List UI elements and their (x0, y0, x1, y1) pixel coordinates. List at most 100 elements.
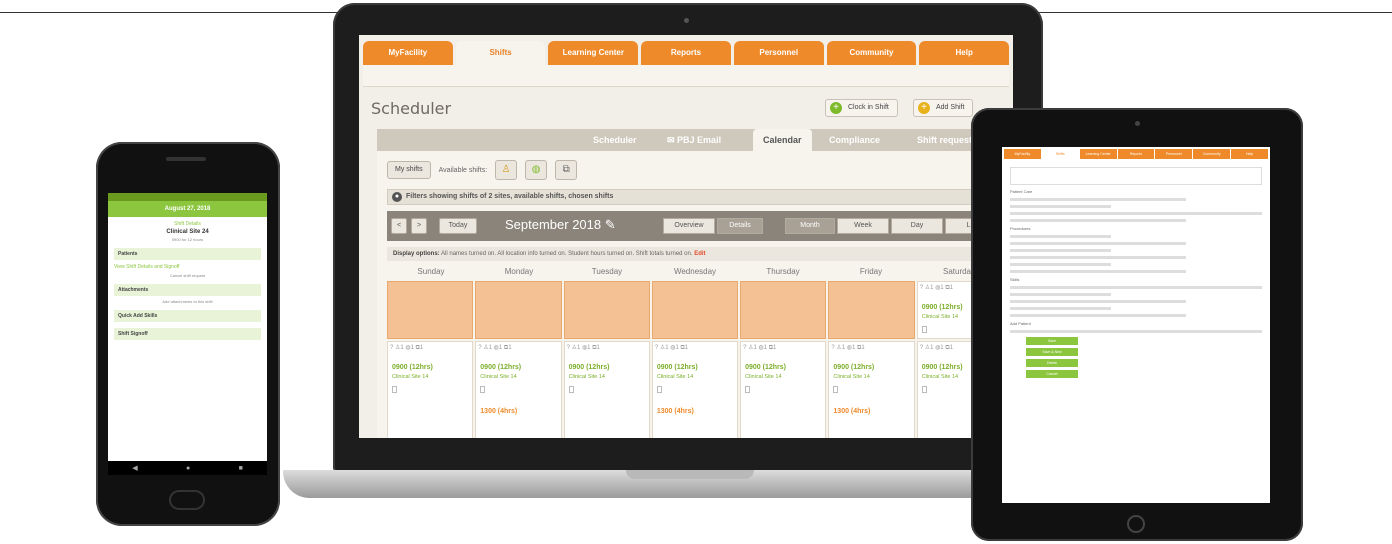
pencil-icon[interactable]: ✎ (605, 217, 616, 232)
tablet-line (1010, 219, 1187, 222)
subtab-shift-requests[interactable]: Shift requests (917, 129, 977, 151)
prev-month-button[interactable]: < (391, 218, 407, 234)
phone-line[interactable]: Cancel shift request (114, 273, 261, 278)
view-month-button[interactable]: Month (785, 218, 835, 234)
person-filter-icon[interactable]: ♙ (495, 160, 518, 180)
home-icon[interactable]: ● (186, 465, 190, 472)
calendar-cell[interactable] (651, 281, 739, 339)
weekday-label: Wednesday (673, 267, 717, 276)
my-shifts-button[interactable]: My shifts (387, 161, 431, 179)
add-shift-button[interactable]: + Add Shift (913, 99, 974, 117)
copy-filter-icon[interactable]: ⧉ (555, 160, 578, 180)
calendar-cell[interactable] (387, 281, 474, 339)
recents-icon[interactable]: ■ (239, 465, 243, 472)
document-icon[interactable] (480, 386, 486, 393)
subtab-bar: Scheduler ✉ PBJ Email Calendar Complianc… (377, 129, 1013, 151)
cell-icon-row: ? ♙1 ◍1 ⧉1 (654, 345, 689, 351)
tablet-screen: MyFacility Shifts Learning Center Report… (1002, 147, 1270, 503)
shift-time[interactable]: 0900 (12hrs) (657, 364, 698, 371)
subtab-calendar[interactable]: Calendar (753, 129, 812, 151)
subtab-pbj-email[interactable]: ✉ PBJ Email (667, 129, 721, 151)
subtab-scheduler[interactable]: Scheduler (593, 129, 637, 151)
tablet-line (1010, 242, 1187, 245)
document-icon[interactable] (833, 386, 839, 393)
phone-link[interactable]: View Shift Details and Signoff (114, 264, 261, 270)
month-title: September 2018 ✎ (505, 217, 616, 233)
overview-toggle[interactable]: Overview (663, 218, 715, 234)
calendar-cell[interactable] (740, 281, 827, 339)
document-icon[interactable] (568, 386, 574, 393)
nav-tab-help[interactable]: Help (919, 41, 1010, 65)
calendar-day-column: ? ♙1 ◍1 ⧉1 0900 (12hrs) Clinical Site 14… (828, 281, 915, 438)
device-mockup-scene: MyFacility Shifts Learning Center Report… (0, 0, 1392, 544)
nav-tab-shifts[interactable]: Shifts (455, 41, 546, 65)
filter-summary-bar[interactable]: ● Filters showing shifts of 2 sites, ava… (387, 189, 1003, 205)
document-icon[interactable] (921, 326, 927, 333)
site-filter-icon[interactable]: ◍ (525, 160, 548, 180)
clock-in-button[interactable]: + Clock in Shift (825, 99, 898, 117)
view-day-button[interactable]: Day (891, 218, 943, 234)
phone-home-button[interactable] (169, 490, 205, 510)
calendar-cell[interactable] (475, 281, 562, 339)
tablet-tab[interactable]: Shifts (1041, 149, 1079, 159)
calendar-cell[interactable]: ? ♙1 ◍1 ⧉1 0900 (12hrs) Clinical Site 14… (651, 341, 739, 438)
nav-tab-community[interactable]: Community (826, 41, 917, 65)
shift-time[interactable]: 0900 (12hrs) (480, 364, 521, 371)
tablet-label: Skills (1010, 277, 1020, 282)
document-icon[interactable] (392, 386, 397, 393)
view-week-button[interactable]: Week (837, 218, 889, 234)
today-button[interactable]: Today (439, 218, 477, 234)
shift-time[interactable]: 0900 (12hrs) (392, 364, 433, 371)
add-shift-label: Add Shift (936, 104, 965, 111)
calendar-cell[interactable]: ? ♙1 ◍1 ⧉1 0900 (12hrs) Clinical Site 14 (563, 341, 650, 438)
nav-tab-myfacility[interactable]: MyFacility (363, 41, 453, 65)
tablet-tab[interactable]: Community (1193, 149, 1231, 159)
shift-time[interactable]: 0900 (12hrs) (569, 364, 610, 371)
calendar-cell[interactable] (563, 281, 650, 339)
tablet-line (1010, 293, 1111, 296)
tablet-save-button[interactable]: Save (1026, 337, 1078, 345)
shift-time[interactable]: 0900 (12hrs) (922, 304, 963, 311)
tablet-tab[interactable]: Learning Center (1079, 149, 1117, 159)
calendar-cell[interactable]: ? ♙1 ◍1 ⧉1 0900 (12hrs) Clinical Site 14… (828, 341, 915, 438)
shift-time[interactable]: 0900 (12hrs) (833, 364, 874, 371)
next-month-button[interactable]: > (411, 218, 427, 234)
calendar-cell[interactable]: ? ♙1 ◍1 ⧉1 0900 (12hrs) Clinical Site 14 (387, 341, 474, 438)
phone-line: Add attachments to this shift (162, 299, 213, 304)
calendar-cell[interactable]: ? ♙1 ◍1 ⧉1 0900 (12hrs) Clinical Site 14… (475, 341, 562, 438)
calendar-cell[interactable]: ? ♙1 ◍1 ⧉1 0900 (12hrs) Clinical Site 14 (740, 341, 827, 438)
shift-time-secondary[interactable]: 1300 (4hrs) (833, 408, 870, 415)
tablet-tab[interactable]: Personnel (1155, 149, 1193, 159)
shift-time[interactable]: 0900 (12hrs) (922, 364, 963, 371)
document-icon[interactable] (745, 386, 751, 393)
document-icon[interactable] (656, 386, 662, 393)
subtab-compliance[interactable]: Compliance (829, 129, 880, 151)
nav-tab-learning-center[interactable]: Learning Center (548, 41, 639, 65)
tablet-tab[interactable]: Reports (1117, 149, 1155, 159)
tablet-tab[interactable]: Help (1231, 149, 1269, 159)
weekday-label: Monday (504, 267, 534, 276)
nav-tab-personnel[interactable]: Personnel (733, 41, 824, 65)
nav-tab-reports[interactable]: Reports (641, 41, 731, 65)
document-icon[interactable] (921, 386, 927, 393)
tablet-save-new-button[interactable]: Save & New (1026, 348, 1078, 356)
details-toggle[interactable]: Details (717, 218, 763, 234)
tablet-tab[interactable]: MyFacility (1004, 149, 1041, 159)
display-options-bar: Display options: All names turned on. Al… (387, 247, 1003, 261)
tablet-delete-button[interactable]: Delete (1026, 359, 1078, 367)
calendar-cell[interactable] (828, 281, 915, 339)
shift-time[interactable]: 0900 (12hrs) (745, 364, 786, 371)
display-options-edit-link[interactable]: Edit (694, 251, 705, 257)
shift-time-secondary[interactable]: 1300 (4hrs) (480, 408, 517, 415)
tablet-home-button[interactable] (1127, 515, 1145, 533)
phone-section-patients[interactable]: Patients (114, 248, 261, 260)
phone-section-quick-add[interactable]: Quick Add Skills (114, 310, 261, 322)
tablet-line (1010, 249, 1111, 252)
back-icon[interactable]: ◀ (132, 464, 137, 472)
phone-section-attachments[interactable]: Attachments (114, 284, 261, 296)
shift-time-secondary[interactable]: 1300 (4hrs) (657, 408, 694, 415)
tablet-cancel-button[interactable]: Cancel (1026, 370, 1078, 378)
phone-section-signoff[interactable]: Shift Signoff (114, 328, 261, 340)
shift-site: Clinical Site 14 (833, 374, 870, 380)
shift-site: Clinical Site 14 (656, 374, 694, 380)
